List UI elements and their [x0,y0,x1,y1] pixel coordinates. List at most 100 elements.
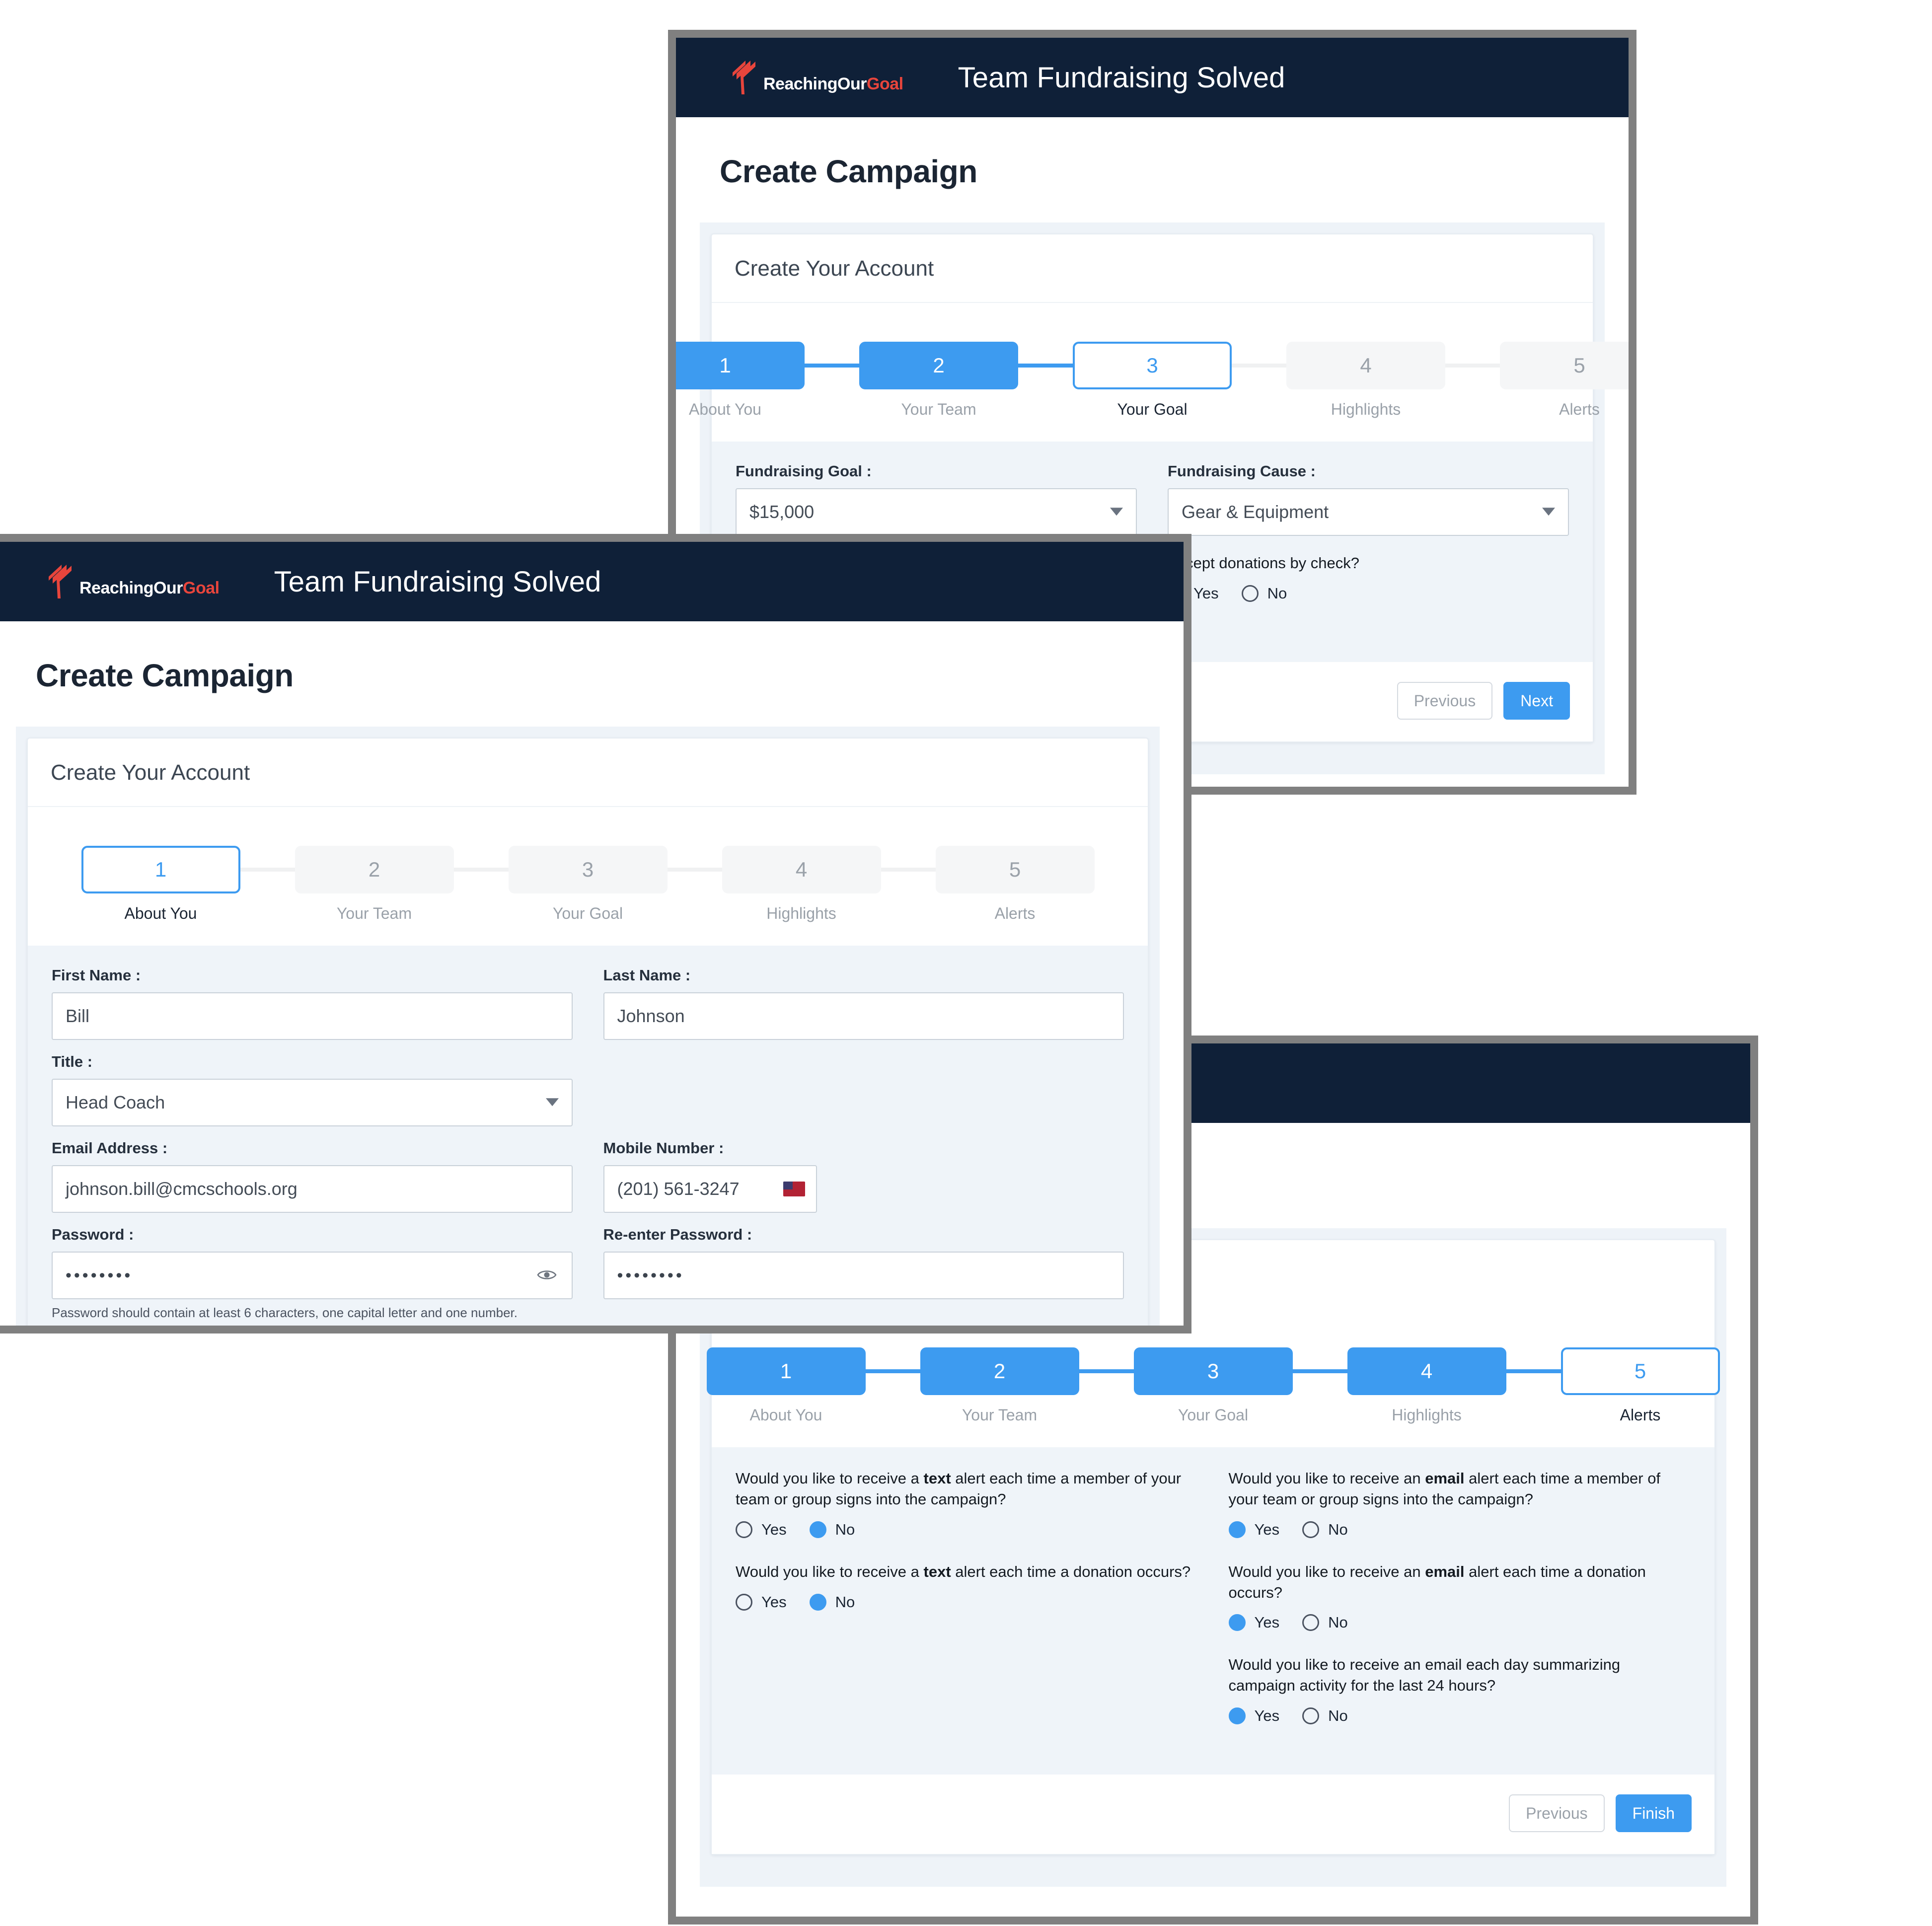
accept-check-no[interactable]: No [1242,585,1287,602]
brand-text-3: Goal [183,579,220,597]
q-prefix: Would you like to receive an [1229,1563,1425,1580]
repassword-input[interactable]: •••••••• [603,1252,1124,1299]
step-number: 3 [1073,342,1232,389]
radio-label: Yes [761,1521,787,1539]
finish-button[interactable]: Finish [1616,1794,1692,1832]
next-button[interactable]: Next [1503,682,1570,720]
alert-text-donation-no[interactable]: No [810,1593,855,1611]
brand-logo[interactable]: ReachingOurGoal [47,564,220,599]
alerts-form-panel: Would you like to receive a text alert e… [712,1447,1714,1775]
q-bold: text [924,1563,951,1580]
step-2-your-team[interactable]: 2 Your Team [859,342,1018,419]
step-label: Your Team [962,1406,1037,1424]
previous-button[interactable]: Previous [1397,682,1493,720]
alert-email-donation-yes[interactable]: Yes [1229,1614,1280,1631]
last-name-field: Last Name : Johnson [603,966,1124,1040]
radio-dot [1229,1707,1246,1724]
screenshot-stage: ReachingOurGoal Team Fundraising Solved … [0,0,1932,1926]
us-flag-icon [783,1182,805,1196]
alert-email-signin-yes[interactable]: Yes [1229,1521,1280,1539]
step-1-about-you[interactable]: 1 About You [676,342,805,419]
step-connector [1079,1369,1134,1373]
first-name-input[interactable]: Bill [52,992,573,1040]
alert-text-signin-yes[interactable]: Yes [736,1521,787,1539]
radio-label: Yes [761,1593,787,1611]
chevron-down-icon [546,1098,559,1106]
fundraising-cause-field: Fundraising Cause : Gear & Equipment [1168,462,1569,536]
step-number: 4 [722,846,881,893]
radio-label: Yes [1255,1707,1280,1725]
step-label: Your Goal [1178,1406,1248,1424]
mobile-label: Mobile Number : [603,1139,1124,1157]
alert-text-donation-yes[interactable]: Yes [736,1593,787,1611]
fundraising-cause-label: Fundraising Cause : [1168,462,1569,480]
alert-text-signin-no[interactable]: No [810,1521,855,1539]
fundraising-goal-label: Fundraising Goal : [736,462,1137,480]
page-title: Create Campaign [16,621,1160,727]
card-title: Create Your Account [28,739,1148,807]
mobile-input[interactable]: (201) 561-3247 [603,1165,817,1213]
about-form-panel: First Name : Bill Last Name : Johns [28,946,1148,1326]
brand-text-2: Our [837,74,867,93]
repassword-value: •••••••• [617,1266,684,1285]
eye-icon[interactable] [537,1265,557,1286]
step-label: Alerts [1620,1406,1661,1424]
step-number: 2 [295,846,454,893]
step-connector [1232,364,1286,368]
step-5-alerts[interactable]: 5 Alerts [936,846,1095,923]
stepper: 1 About You 2 Your Team 3 [28,807,1148,946]
title-value: Head Coach [66,1092,165,1113]
step-number: 4 [1286,342,1445,389]
step-3-your-goal[interactable]: 3 Your Goal [1073,342,1232,419]
alert-email-signin-no[interactable]: No [1302,1521,1348,1539]
brand-logo[interactable]: ReachingOurGoal [731,60,903,95]
step-4-highlights[interactable]: 4 Highlights [1347,1347,1506,1424]
last-name-input[interactable]: Johnson [603,992,1124,1040]
step-3-your-goal[interactable]: 3 Your Goal [1134,1347,1293,1424]
step-connector [1506,1369,1561,1373]
step-number: 3 [509,846,668,893]
radio-dot [1302,1614,1319,1631]
password-input[interactable]: •••••••• [52,1252,573,1299]
radio-dot [736,1521,752,1538]
email-input[interactable]: johnson.bill@cmcschools.org [52,1165,573,1213]
password-field: Password : •••••••• [52,1226,573,1321]
navbar: ReachingOurGoal Team Fundraising Solved [676,38,1629,117]
step-connector [240,868,295,872]
fundraising-cause-value: Gear & Equipment [1182,502,1329,522]
step-1-about-you[interactable]: 1 About You [81,846,240,923]
nav-title: Team Fundraising Solved [958,61,1285,94]
accept-check-field: Accept donations by check? Yes [1168,549,1569,622]
title-select[interactable]: Head Coach [52,1079,573,1126]
step-label: Highlights [766,904,836,923]
q-prefix: Would you like to receive an email each … [1229,1654,1691,1696]
email-label: Email Address : [52,1139,573,1157]
fundraising-goal-field: Fundraising Goal : $15,000 [736,462,1137,536]
email-value: johnson.bill@cmcschools.org [66,1179,297,1199]
fundraising-goal-select[interactable]: $15,000 [736,488,1137,536]
step-1-about-you[interactable]: 1 About You [707,1347,866,1424]
navbar: ReachingOurGoal Team Fundraising Solved [0,542,1184,621]
alert-daily-summary-yes[interactable]: Yes [1229,1707,1280,1725]
radio-dot [1229,1521,1246,1538]
step-2-your-team[interactable]: 2 Your Team [920,1347,1079,1424]
repassword-label: Re-enter Password : [603,1226,1124,1244]
step-4-highlights[interactable]: 4 Highlights [722,846,881,923]
q-prefix: Would you like to receive a [736,1563,924,1580]
card-footer: Previous Finish [712,1775,1714,1854]
step-4-highlights[interactable]: 4 Highlights [1286,342,1445,419]
alert-email-donation-no[interactable]: No [1302,1614,1348,1631]
step-label: Highlights [1331,400,1401,419]
fundraising-cause-select[interactable]: Gear & Equipment [1168,488,1569,536]
step-5-alerts[interactable]: 5 Alerts [1500,342,1629,419]
account-card: Create Your Account 1 About You 2 [27,738,1149,1326]
step-label: About You [689,400,761,419]
step-2-your-team[interactable]: 2 Your Team [295,846,454,923]
step-5-alerts[interactable]: 5 Alerts [1561,1347,1720,1424]
alert-question-daily-summary: Would you like to receive an email each … [1229,1654,1691,1725]
alert-daily-summary-no[interactable]: No [1302,1707,1348,1725]
step-3-your-goal[interactable]: 3 Your Goal [509,846,668,923]
brand-text-1: Reaching [763,74,837,93]
radio-label: No [1267,585,1287,602]
previous-button[interactable]: Previous [1509,1794,1605,1832]
